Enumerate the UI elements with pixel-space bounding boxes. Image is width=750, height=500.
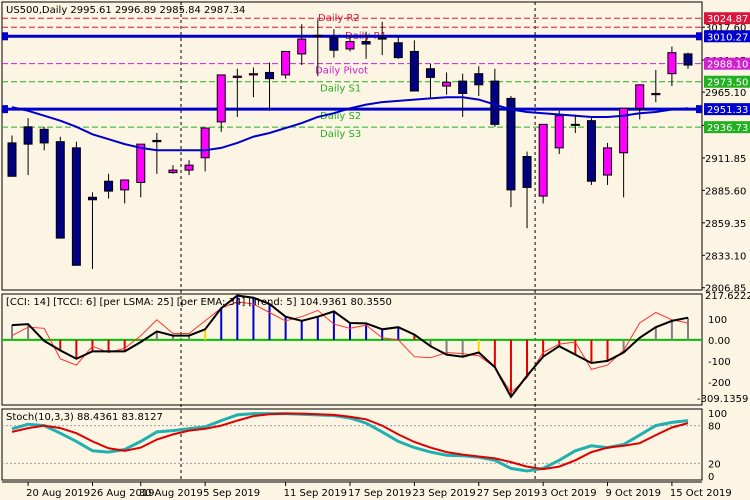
candle-body bbox=[136, 143, 146, 183]
price-marker-label: 3010.27 bbox=[707, 32, 748, 43]
pivot-label-5: Daily S3 bbox=[320, 129, 361, 140]
candle-body bbox=[152, 139, 162, 143]
price-marker-label: 2936.73 bbox=[707, 123, 748, 134]
candle-body bbox=[168, 169, 178, 174]
time-axis-label: 15 Oct 2019 bbox=[670, 488, 732, 499]
candle-body bbox=[409, 50, 419, 92]
candle-body bbox=[184, 164, 194, 171]
time-axis-label: 17 Sep 2019 bbox=[348, 488, 411, 499]
cci-axis-label: 0.00 bbox=[708, 336, 730, 347]
horizontal-line-handle-right-1 bbox=[696, 105, 702, 114]
price-marker-label: 2973.50 bbox=[707, 78, 748, 89]
candle-body bbox=[474, 73, 484, 86]
price-marker-label: 3024.87 bbox=[707, 14, 748, 25]
cci-axis-label: 100 bbox=[708, 315, 727, 326]
time-axis-label: 20 Aug 2019 bbox=[26, 488, 90, 499]
candle-body bbox=[232, 75, 242, 78]
price-marker-label: 2988.10 bbox=[707, 60, 748, 71]
candle-body bbox=[297, 38, 307, 55]
candle-body bbox=[7, 142, 17, 177]
candle-body bbox=[313, 34, 323, 37]
candle-body bbox=[538, 123, 548, 197]
candle-body bbox=[248, 73, 258, 76]
time-axis-label: 30 Aug 2019 bbox=[139, 488, 203, 499]
time-axis-label: 23 Sep 2019 bbox=[412, 488, 475, 499]
candle-body bbox=[120, 179, 130, 191]
candle-body bbox=[667, 52, 677, 75]
candle-body bbox=[87, 196, 97, 201]
horizontal-line-handle-left-0 bbox=[2, 32, 8, 41]
cci-indicator-title: [CCI: 14] [TCCI: 6] [per LSMA: 25] [per … bbox=[6, 297, 392, 308]
pivot-label-0: Daily R2 bbox=[318, 13, 360, 24]
candle-body bbox=[522, 156, 532, 188]
candle-body bbox=[603, 147, 613, 176]
price-axis-label: 2885.60 bbox=[705, 186, 746, 197]
candle-body bbox=[377, 37, 387, 40]
stoch-axis-label: 80 bbox=[708, 422, 721, 433]
candle-body bbox=[265, 71, 275, 80]
pivot-label-4: Daily S2 bbox=[320, 111, 361, 122]
horizontal-line-handle-right-0 bbox=[696, 32, 702, 41]
time-axis-label: 27 Sep 2019 bbox=[477, 488, 540, 499]
chart-background bbox=[0, 0, 750, 500]
candle-body bbox=[361, 41, 371, 45]
cci-min-label: -309.1359 bbox=[697, 394, 748, 405]
candle-body bbox=[635, 84, 645, 109]
chart-window[interactable]: Daily R2Daily R1Daily PivotDaily S1Daily… bbox=[0, 0, 750, 500]
candle-body bbox=[442, 81, 452, 87]
price-axis-label: 2965.10 bbox=[705, 88, 746, 99]
price-axis-label: 2859.35 bbox=[705, 219, 746, 230]
horizontal-line-handle-left-1 bbox=[2, 105, 8, 114]
candle-body bbox=[458, 80, 468, 94]
candle-body bbox=[345, 41, 355, 50]
time-axis-label: 9 Oct 2019 bbox=[606, 488, 661, 499]
stoch-indicator-title: Stoch(10,3,3) 88.4361 83.8127 bbox=[6, 412, 163, 423]
candle-body bbox=[425, 68, 435, 78]
cci-max-label: 217.6222 bbox=[705, 291, 750, 302]
price-axis-label: 2833.10 bbox=[705, 251, 746, 262]
stoch-axis-label: 20 bbox=[708, 459, 721, 470]
price-marker-label: 2951.33 bbox=[707, 105, 748, 116]
candle-body bbox=[39, 128, 49, 144]
time-axis-label: 5 Sep 2019 bbox=[203, 488, 260, 499]
cci-axis-label: -200 bbox=[708, 378, 731, 389]
candle-body bbox=[506, 97, 516, 191]
candle-body bbox=[281, 50, 291, 76]
pivot-label-3: Daily S1 bbox=[320, 84, 361, 95]
candle-body bbox=[554, 115, 564, 149]
candle-body bbox=[683, 53, 693, 66]
pivot-label-2: Daily Pivot bbox=[315, 66, 368, 77]
candle-body bbox=[55, 141, 65, 239]
candle-body bbox=[71, 147, 81, 266]
candle-body bbox=[104, 180, 114, 192]
cci-axis-label: -100 bbox=[708, 357, 731, 368]
candle-body bbox=[200, 127, 210, 159]
stoch-axis-label: 0 bbox=[708, 472, 714, 483]
time-axis-label: 3 Oct 2019 bbox=[541, 488, 596, 499]
price-axis-label: 2911.85 bbox=[705, 154, 746, 165]
candle-body bbox=[329, 37, 339, 51]
stoch-axis-label: 100 bbox=[708, 409, 727, 420]
chart-title: US500,Daily 2995.61 2996.89 2985.84 2987… bbox=[6, 5, 245, 16]
candle-body bbox=[393, 42, 403, 59]
time-axis-label: 11 Sep 2019 bbox=[284, 488, 347, 499]
candle-body bbox=[216, 74, 226, 123]
candle-body bbox=[23, 126, 33, 145]
candle-body bbox=[651, 92, 661, 96]
candle-body bbox=[586, 120, 596, 182]
candle-body bbox=[570, 123, 580, 126]
